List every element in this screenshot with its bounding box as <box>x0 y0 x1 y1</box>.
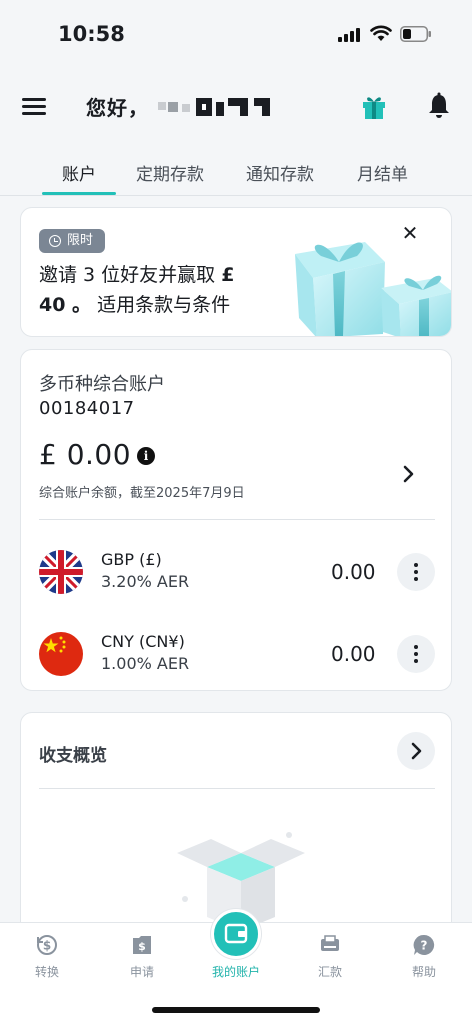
home-indicator <box>152 1007 320 1013</box>
summary-title: 收支概览 <box>39 746 107 766</box>
nav-apply[interactable]: $ 申请 <box>107 933 177 980</box>
redacted-username <box>158 98 270 116</box>
divider <box>39 788 435 789</box>
currency-rate: 1.00% AER <box>101 654 190 673</box>
gift-boxes-illustration <box>295 242 451 336</box>
account-name: 多币种综合账户 <box>39 374 165 395</box>
nav-label: 转换 <box>34 965 59 979</box>
more-options-icon[interactable] <box>397 553 435 591</box>
wifi-icon <box>370 25 392 41</box>
limited-time-badge: 限时 <box>39 229 106 253</box>
info-icon[interactable]: i <box>137 447 155 465</box>
tab-accounts[interactable]: 账户 <box>62 160 96 185</box>
currency-rate: 3.20% AER <box>101 572 190 591</box>
transfer-icon <box>321 935 339 951</box>
currency-row-gbp[interactable]: GBP (£) 3.20% AER 0.00 <box>21 542 451 602</box>
status-bar: 10:58 <box>0 0 472 64</box>
balance-note: 综合账户余额，截至2025年7月9日 <box>39 486 245 501</box>
bell-icon[interactable] <box>427 92 451 120</box>
currency-amount: 0.00 <box>331 642 376 666</box>
nav-help[interactable]: ? 帮助 <box>389 933 459 980</box>
promo-text: 邀请 3 位好友并赢取 £ 40 。 适用条款与条件 <box>39 260 279 320</box>
exchange-icon: $ <box>37 935 57 955</box>
currency-amount: 0.00 <box>331 560 376 584</box>
help-icon: ? <box>413 934 435 955</box>
greeting-text: 您好， <box>86 96 149 120</box>
tab-notice-deposit[interactable]: 通知存款 <box>246 160 314 185</box>
nav-transfer[interactable]: 汇款 <box>295 933 365 980</box>
app-header: 您好， <box>0 72 472 142</box>
nav-label: 帮助 <box>411 965 436 979</box>
chevron-right-icon[interactable] <box>397 732 435 770</box>
multi-currency-account-card: 多币种综合账户 00184017 £ 0.00 i 综合账户余额，截至2025年… <box>20 349 452 691</box>
more-options-icon[interactable] <box>397 635 435 673</box>
divider <box>39 519 435 520</box>
apply-icon: $ <box>133 936 151 954</box>
china-flag-icon <box>39 632 83 676</box>
promo-currency: £ <box>221 264 235 286</box>
badge-label: 限时 <box>67 233 94 248</box>
menu-icon[interactable] <box>22 98 46 116</box>
svg-text:$: $ <box>138 940 146 953</box>
tab-fixed-deposit[interactable]: 定期存款 <box>136 160 204 185</box>
currency-code: CNY (CN¥) <box>101 632 185 651</box>
clock-icon <box>49 235 61 247</box>
promo-text-part1: 邀请 3 位好友并赢取 <box>39 264 222 286</box>
gift-icon[interactable] <box>360 92 388 120</box>
currency-row-cny[interactable]: CNY (CN¥) 1.00% AER 0.00 <box>21 624 451 684</box>
nav-label: 汇款 <box>317 965 342 979</box>
active-tab-indicator <box>42 192 116 195</box>
status-time: 10:58 <box>58 22 125 46</box>
nav-exchange[interactable]: $ 转换 <box>12 933 82 980</box>
wallet-icon[interactable] <box>211 909 261 959</box>
svg-text:$: $ <box>43 939 51 953</box>
nav-my-accounts-label[interactable]: 我的账户 <box>196 963 276 980</box>
close-icon[interactable]: ✕ <box>399 222 421 244</box>
nav-label: 申请 <box>129 965 154 979</box>
uk-flag-icon <box>39 550 83 594</box>
chevron-right-icon[interactable] <box>399 462 419 486</box>
tab-statements[interactable]: 月结单 <box>357 160 408 185</box>
account-number: 00184017 <box>39 398 135 419</box>
promo-terms-link[interactable]: 适用条款与条件 <box>91 294 230 316</box>
account-balance: £ 0.00 <box>39 438 132 471</box>
battery-icon <box>400 26 431 42</box>
account-tabs: 账户 定期存款 通知存款 月结单 <box>0 152 472 196</box>
currency-code: GBP (£) <box>101 550 162 569</box>
svg-text:?: ? <box>421 939 428 953</box>
promo-amount: 40 。 <box>39 294 92 316</box>
promo-card[interactable]: 限时 邀请 3 位好友并赢取 £ 40 。 适用条款与条件 ✕ <box>20 207 452 337</box>
cellular-signal-icon <box>338 28 364 42</box>
